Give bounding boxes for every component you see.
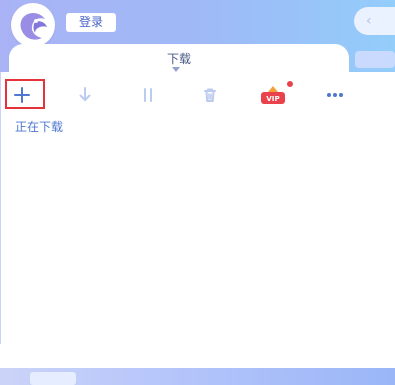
bottom-spacer [0,344,395,368]
login-button[interactable]: 登录 [66,13,116,32]
side-tab-pill[interactable] [355,51,395,68]
downloads-toolbar: VIP [0,82,395,108]
vip-badge: VIP [266,94,280,103]
app-logo [11,3,55,47]
trash-icon[interactable] [198,82,222,108]
vip-icon[interactable]: VIP [258,82,288,108]
bird-logo-icon [20,13,47,40]
bottom-tab-pill[interactable] [30,372,76,385]
downloading-section-label: 正在下载 [15,120,64,134]
download-icon[interactable] [73,82,97,108]
chevron-left-icon[interactable]: ‹ [366,13,372,29]
notification-dot [287,81,293,87]
navigation-pill[interactable]: ‹ [354,7,395,35]
selected-tool-outline [5,79,45,109]
tab-title: 下载 [166,52,191,66]
pause-icon[interactable] [136,82,160,108]
downloads-panel [0,72,395,344]
downloads-tab[interactable]: 下载 [9,44,349,75]
more-icon[interactable] [323,82,347,108]
